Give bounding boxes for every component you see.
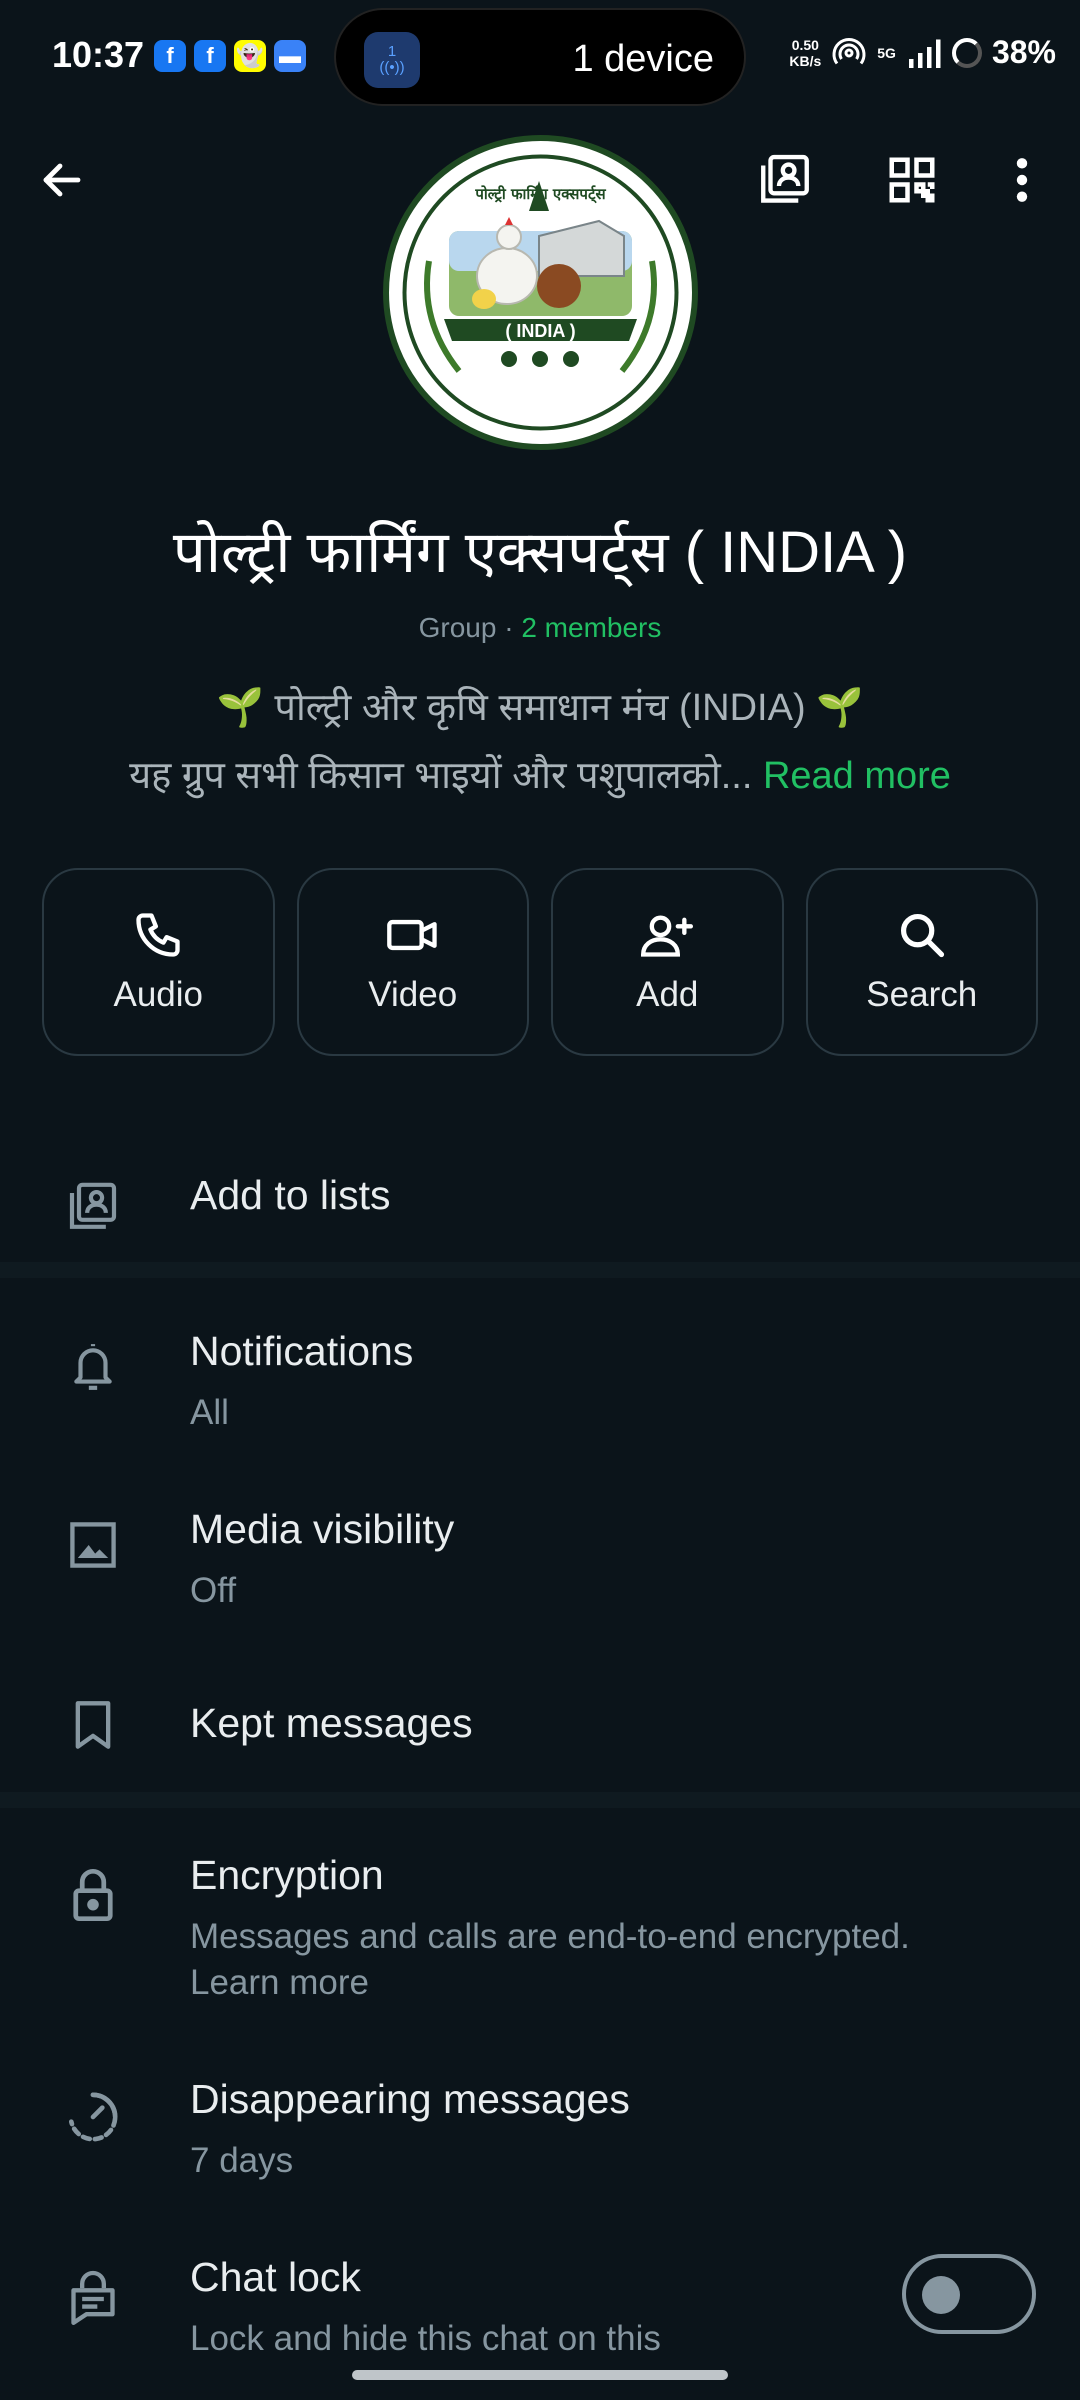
- chat-lock-icon: [58, 2264, 128, 2334]
- bookmark-icon: [58, 1690, 128, 1760]
- island-badge: 1: [387, 43, 397, 60]
- read-more-link[interactable]: Read more: [763, 755, 951, 797]
- facebook-icon: f: [194, 40, 226, 72]
- status-right: 0.50 KB/s 5G 38%: [789, 34, 1056, 71]
- add-person-icon: [641, 915, 694, 957]
- notifications-value: All: [190, 1393, 229, 1432]
- net-speed: 0.50 KB/s: [789, 36, 822, 69]
- snapchat-icon: 👻: [234, 40, 266, 72]
- notifications-row[interactable]: Notifications All: [0, 1328, 1080, 1448]
- encryption-row[interactable]: Encryption Messages and calls are end-to…: [0, 1852, 1080, 2012]
- section-divider: [0, 1792, 1080, 1808]
- image-icon: [58, 1510, 128, 1580]
- more-options-button[interactable]: [982, 140, 1062, 220]
- add-to-lists-row[interactable]: Add to lists: [0, 1160, 1080, 1310]
- group-avatar[interactable]: ( INDIA ) पोल्ट्री फार्मिंग एक्सपर्ट्स: [383, 135, 698, 450]
- disappearing-messages-row[interactable]: Disappearing messages 7 days: [0, 2076, 1080, 2196]
- qr-code-icon: [889, 157, 935, 203]
- island-text: 1 device: [572, 38, 714, 80]
- kept-messages-row[interactable]: Kept messages: [0, 1690, 1080, 1790]
- video-call-button[interactable]: Video: [296, 868, 529, 1056]
- audio-label: Audio: [113, 975, 204, 1014]
- facebook-icon: f: [154, 40, 186, 72]
- dynamic-island[interactable]: 1 ((•)) 1 device: [334, 8, 746, 106]
- notifications-label: Notifications: [190, 1328, 414, 1374]
- audio-call-button[interactable]: Audio: [42, 868, 275, 1056]
- notification-icons: f f 👻 ▬: [154, 40, 306, 72]
- status-bar: 10:37 f f 👻 ▬ 1 ((•)) 1 device 0.50 KB/s…: [0, 0, 1080, 112]
- chat-lock-description: Lock and hide this chat on this: [190, 2319, 661, 2358]
- description-text: यह ग्रुप सभी किसान भाइयों और पशुपालको...: [129, 755, 763, 797]
- media-visibility-value: Off: [190, 1571, 237, 1610]
- hotspot-icon: [832, 37, 866, 64]
- back-button[interactable]: [22, 140, 102, 220]
- signal-icon: [908, 39, 941, 68]
- info-separator: ·: [496, 612, 522, 643]
- search-label: Search: [866, 975, 978, 1014]
- avatar-top-text: पोल्ट्री फार्मिंग एक्सपर्ट्स: [474, 185, 606, 204]
- add-label: Add: [636, 975, 699, 1014]
- chat-lock-toggle[interactable]: [902, 2254, 1036, 2334]
- messages-icon: ▬: [274, 40, 306, 72]
- battery-level: 38%: [991, 34, 1056, 70]
- contact-list-icon: [58, 1172, 128, 1242]
- encryption-label: Encryption: [190, 1852, 384, 1898]
- kept-messages-label: Kept messages: [190, 1700, 473, 1746]
- video-label: Video: [368, 975, 458, 1014]
- encryption-learn-more[interactable]: Learn more: [190, 1960, 369, 2006]
- phone-icon: [136, 913, 180, 957]
- members-count[interactable]: 2 members: [521, 612, 661, 643]
- disappearing-messages-value: 7 days: [190, 2141, 294, 2180]
- section-divider: [0, 1262, 1080, 1278]
- search-icon: [900, 913, 944, 958]
- status-time: 10:37: [52, 34, 145, 75]
- group-info: Group · 2 members: [0, 612, 1080, 644]
- media-visibility-label: Media visibility: [190, 1506, 455, 1552]
- network-type: 5G: [877, 44, 896, 61]
- group-description-line1: 🌱 पोल्ट्री और कृषि समाधान मंच (INDIA) 🌱: [216, 687, 864, 729]
- group-description-line2: यह ग्रुप सभी किसान भाइयों और पशुपालको...…: [0, 748, 1080, 800]
- home-indicator[interactable]: [352, 2370, 728, 2380]
- avatar-banner-text: ( INDIA ): [505, 321, 575, 341]
- timer-icon: [58, 2082, 128, 2152]
- encryption-description: Messages and calls are end-to-end encryp…: [190, 1917, 910, 1956]
- lists-button[interactable]: [745, 140, 825, 220]
- broadcast-icon: 1 ((•)): [364, 32, 420, 88]
- contact-list-icon: [761, 154, 809, 203]
- group-logo: ( INDIA ) पोल्ट्री फार्मिंग एक्सपर्ट्स: [392, 144, 689, 441]
- lock-icon: [58, 1860, 128, 1930]
- video-icon: [386, 919, 437, 951]
- qr-code-button[interactable]: [872, 140, 952, 220]
- more-vertical-icon: [1016, 158, 1028, 202]
- add-member-button[interactable]: Add: [551, 868, 784, 1056]
- search-button[interactable]: Search: [805, 868, 1038, 1056]
- action-buttons: Audio Video Add Search: [42, 868, 1038, 1056]
- disappearing-messages-label: Disappearing messages: [190, 2076, 630, 2122]
- chat-lock-label: Chat lock: [190, 2254, 361, 2300]
- bell-icon: [58, 1332, 128, 1402]
- group-name[interactable]: पोल्ट्री फार्मिंग एक्सपर्ट्स ( INDIA ): [0, 510, 1080, 589]
- arrow-left-icon: [43, 163, 81, 197]
- toggle-knob: [922, 2276, 960, 2314]
- group-type: Group: [418, 612, 497, 643]
- media-visibility-row[interactable]: Media visibility Off: [0, 1506, 1080, 1626]
- add-to-lists-label: Add to lists: [190, 1172, 391, 1218]
- battery-icon: [951, 37, 982, 68]
